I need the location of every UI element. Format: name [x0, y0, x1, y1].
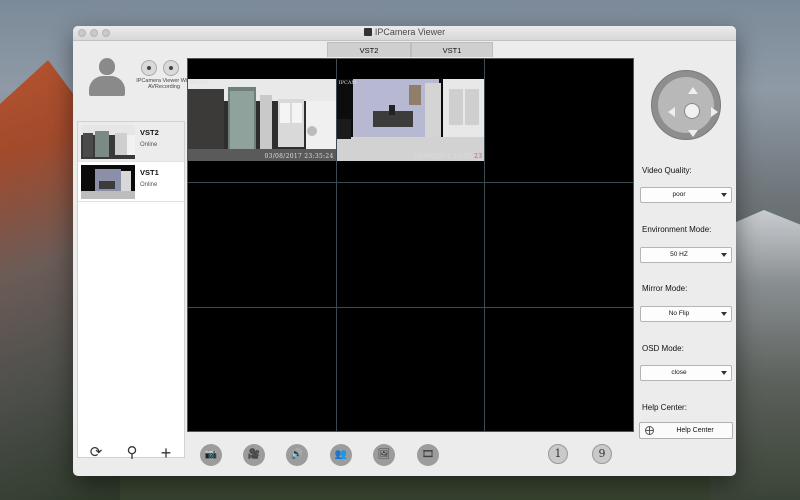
- osd-seconds: 24: [325, 153, 334, 160]
- video-cell-empty[interactable]: [188, 307, 336, 431]
- camera-thumbnail: [81, 165, 135, 199]
- help-center-button-label: Help Center: [676, 427, 714, 434]
- osd-timestamp: 03/08/2017 23:35:24: [265, 153, 334, 160]
- camera-list-item-vst1[interactable]: VST1 Online: [78, 162, 184, 202]
- osd-timestamp: 03/08/2017 23:35:23: [413, 153, 482, 160]
- tab-vst1[interactable]: VST1: [411, 42, 493, 57]
- video-files-button[interactable]: 🎞: [417, 444, 439, 466]
- gallery-button[interactable]: 🖼: [373, 444, 395, 466]
- environment-mode-value: 50 HZ: [670, 251, 688, 258]
- help-center-label: Help Center:: [642, 403, 687, 412]
- people-icon: 👥: [334, 449, 348, 460]
- camera-status: Online: [140, 182, 158, 188]
- pan-right-arrow-icon[interactable]: [711, 107, 718, 117]
- mirror-mode-select[interactable]: No Flip: [640, 306, 732, 322]
- ptz-ring: [658, 77, 718, 137]
- osd-label: IPCAM: [190, 80, 208, 86]
- app-icon: [363, 28, 372, 36]
- pan-up-arrow-icon[interactable]: [688, 87, 698, 94]
- osd-time: 03/08/2017 23:35:: [264, 153, 326, 160]
- video-cell-empty[interactable]: [188, 183, 336, 307]
- camera-list-item-vst2[interactable]: VST2 Online: [78, 122, 184, 162]
- avatar-body: [89, 76, 125, 96]
- pan-down-arrow-icon[interactable]: [688, 130, 698, 137]
- camera-icon: 📷: [204, 449, 218, 460]
- environment-mode-label: Environment Mode:: [642, 225, 712, 234]
- nine-view-button[interactable]: 9: [592, 444, 612, 464]
- avatar-head: [99, 58, 115, 75]
- osd-seconds: 23: [474, 153, 483, 160]
- window-title-wrap: IPCamera Viewer: [73, 27, 736, 37]
- camera-name: VST2: [140, 128, 159, 137]
- add-camera-icon[interactable]: +: [157, 444, 175, 462]
- video-grid: IPCAM 03/08/2017 23:35:24 IPCAM 03/08/20…: [187, 58, 634, 432]
- single-view-button[interactable]: 1: [548, 444, 568, 464]
- camera-thumbnail: [81, 125, 135, 159]
- ptz-control: [651, 70, 721, 140]
- refresh-icon[interactable]: ⟳: [87, 444, 105, 462]
- chevron-down-icon: [721, 371, 727, 375]
- camera-name: VST1: [140, 168, 159, 177]
- chevron-down-icon: [721, 253, 727, 257]
- mirror-mode-value: No Flip: [668, 310, 690, 317]
- camera-logo-icon: [163, 60, 179, 76]
- osd-mode-label: OSD Mode:: [642, 344, 684, 353]
- video-cell-empty[interactable]: [485, 59, 633, 183]
- video-cell-empty[interactable]: [485, 183, 633, 307]
- video-cell-empty[interactable]: [485, 307, 633, 431]
- audio-button[interactable]: 🔊: [286, 444, 308, 466]
- camera-list: VST2 Online VST1 Online: [77, 121, 185, 458]
- talk-button[interactable]: 👥: [330, 444, 352, 466]
- video-quality-label: Video Quality:: [642, 166, 692, 175]
- environment-mode-select[interactable]: 50 HZ: [640, 247, 732, 263]
- globe-icon: [645, 426, 654, 435]
- video-camera-icon: 🎥: [247, 449, 261, 460]
- chevron-down-icon: [721, 312, 727, 316]
- sidebar-toolbar: ⟳ ⚲ +: [87, 444, 177, 464]
- app-window: IPCamera Viewer IPCamera Viewer With AVR…: [73, 26, 736, 476]
- window-title: IPCamera Viewer: [374, 27, 446, 37]
- avatar[interactable]: [89, 58, 125, 96]
- ptz-center-button[interactable]: [684, 103, 700, 119]
- search-icon[interactable]: ⚲: [123, 444, 141, 462]
- camera-status: Online: [140, 142, 158, 148]
- video-cell-empty[interactable]: [336, 183, 485, 307]
- tab-vst2[interactable]: VST2: [327, 42, 411, 57]
- osd-label: IPCAM: [338, 80, 357, 86]
- picture-icon: 🖼: [377, 449, 391, 460]
- snapshot-button[interactable]: 📷: [200, 444, 222, 466]
- camera-feed-vst1: IPCAM 03/08/2017 23:35:23: [336, 79, 485, 161]
- osd-mode-select[interactable]: close: [640, 365, 732, 381]
- video-quality-value: poor: [672, 191, 686, 198]
- camera-logo-icon: [141, 60, 157, 76]
- app-logo: [135, 60, 183, 76]
- camera-feed-vst2: IPCAM 03/08/2017 23:35:24: [188, 79, 336, 161]
- video-cell[interactable]: IPCAM 03/08/2017 23:35:24: [188, 59, 336, 183]
- video-cell[interactable]: IPCAM 03/08/2017 23:35:23: [336, 59, 485, 183]
- chevron-down-icon: [721, 193, 727, 197]
- profile-area: IPCamera Viewer With AVRecording: [87, 56, 192, 98]
- record-button[interactable]: 🎥: [243, 444, 265, 466]
- mirror-mode-label: Mirror Mode:: [642, 284, 688, 293]
- title-bar[interactable]: IPCamera Viewer: [73, 26, 736, 41]
- osd-mode-value: close: [671, 369, 687, 376]
- video-quality-select[interactable]: poor: [640, 187, 732, 203]
- film-icon: 🎞: [421, 449, 435, 460]
- pan-left-arrow-icon[interactable]: [668, 107, 675, 117]
- speaker-icon: 🔊: [290, 449, 304, 460]
- video-cell-empty[interactable]: [336, 307, 485, 431]
- osd-time: 03/08/2017 23:35:: [413, 153, 475, 160]
- help-center-button[interactable]: Help Center: [639, 422, 733, 439]
